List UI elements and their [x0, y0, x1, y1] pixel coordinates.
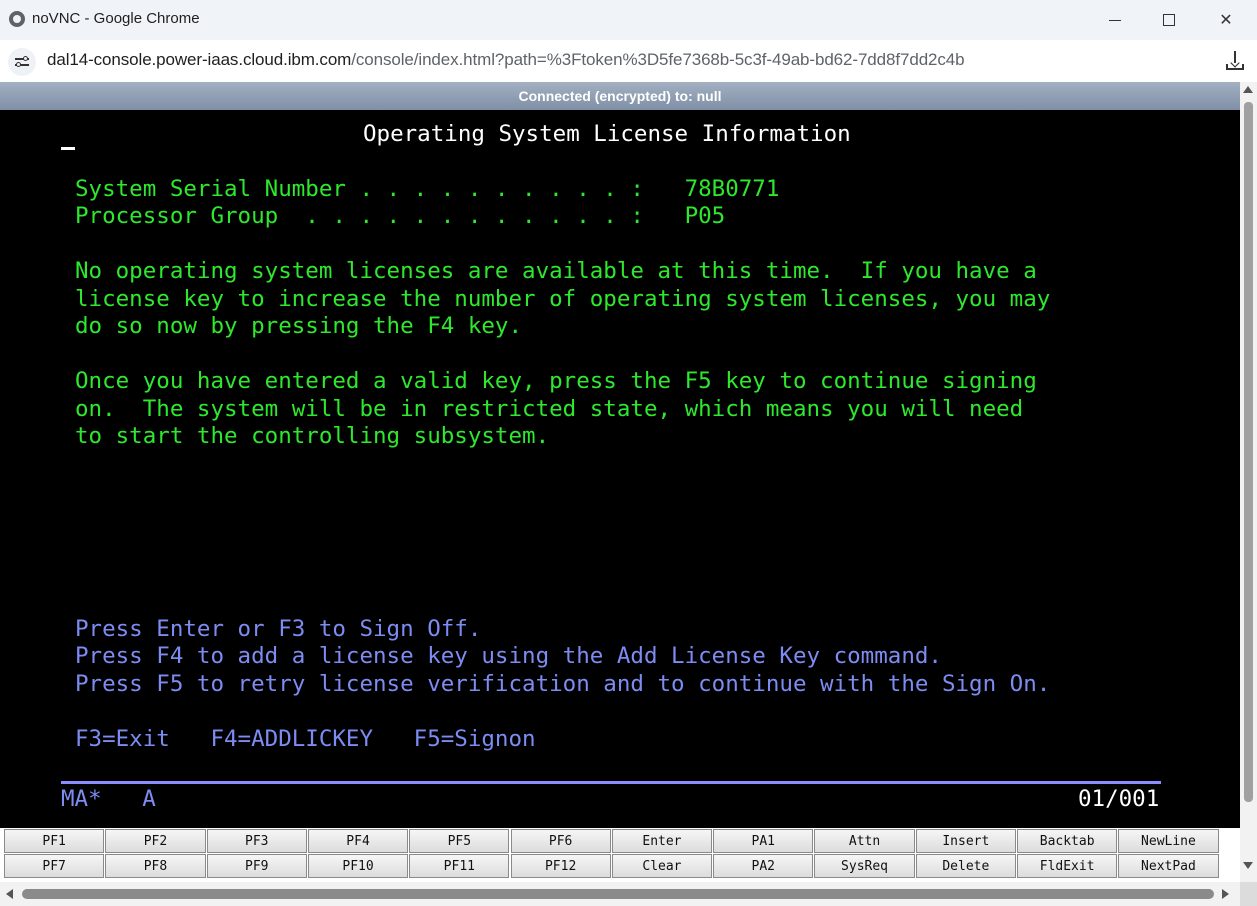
key-pf8[interactable]: PF8 — [105, 854, 206, 878]
minimize-icon — [1109, 19, 1121, 21]
paragraph-line: No operating system licenses are availab… — [75, 258, 1037, 284]
paragraph-line: do so now by pressing the F4 key. — [75, 313, 523, 339]
key-delete[interactable]: Delete — [915, 854, 1016, 878]
scroll-right-icon[interactable] — [1222, 889, 1229, 899]
terminal-screen[interactable]: Operating System License Information Sys… — [0, 110, 1240, 828]
close-icon: ✕ — [1219, 12, 1233, 29]
key-fldexit[interactable]: FldExit — [1017, 854, 1118, 878]
key-pa2[interactable]: PA2 — [713, 854, 814, 878]
instruction-line: Press F4 to add a license key using the … — [75, 643, 942, 669]
paragraph-line: Once you have entered a valid key, press… — [75, 368, 1037, 394]
key-pf6[interactable]: PF6 — [510, 829, 611, 853]
instruction-line: Press Enter or F3 to Sign Off. — [75, 616, 482, 642]
maximize-icon — [1163, 14, 1175, 26]
paragraph-line: to start the controlling subsystem. — [75, 423, 550, 449]
site-info-button[interactable] — [8, 48, 36, 76]
key-newline[interactable]: NewLine — [1118, 829, 1219, 853]
key-nextpad[interactable]: NextPad — [1118, 854, 1219, 878]
key-pf3[interactable]: PF3 — [206, 829, 307, 853]
key-attn[interactable]: Attn — [814, 829, 915, 853]
close-button[interactable]: ✕ — [1203, 0, 1249, 40]
scroll-left-icon[interactable] — [6, 889, 13, 899]
scrollbar-corner — [1240, 882, 1257, 906]
site-info-icon — [15, 56, 29, 68]
vertical-scroll-thumb[interactable] — [1244, 102, 1253, 802]
horizontal-scrollbar[interactable] — [0, 882, 1240, 906]
key-pa1[interactable]: PA1 — [713, 829, 814, 853]
scroll-down-icon[interactable] — [1243, 862, 1253, 869]
virtual-keyboard: PF1 PF2 PF3 PF4 PF5 PF6 Enter PA1 Attn Insert Back… — [0, 828, 1240, 882]
cursor-position: 01/001 — [1078, 786, 1160, 812]
connection-status: Connected (encrypted) to: null — [0, 82, 1240, 110]
url-field[interactable]: dal14-console.power-iaas.cloud.ibm.com/c… — [47, 50, 965, 70]
paragraph-line: license key to increase the number of op… — [75, 286, 1051, 312]
horizontal-scroll-thumb[interactable] — [22, 889, 1214, 899]
key-sysreq[interactable]: SysReq — [814, 854, 915, 878]
status-divider — [61, 781, 1161, 784]
key-pf5[interactable]: PF5 — [409, 829, 510, 853]
key-pf11[interactable]: PF11 — [409, 854, 510, 878]
key-insert[interactable]: Insert — [915, 829, 1016, 853]
chrome-globe-icon — [9, 11, 25, 27]
key-pf1[interactable]: PF1 — [4, 829, 105, 853]
address-bar: dal14-console.power-iaas.cloud.ibm.com/c… — [0, 40, 1257, 82]
url-host: dal14-console.power-iaas.cloud.ibm.com — [47, 50, 352, 69]
key-pf7[interactable]: PF7 — [4, 854, 105, 878]
vertical-scrollbar[interactable] — [1240, 82, 1257, 882]
key-pf10[interactable]: PF10 — [307, 854, 409, 878]
scroll-up-icon[interactable] — [1243, 86, 1253, 93]
serial-number-line: System Serial Number . . . . . . . . . .… — [75, 176, 780, 202]
function-keys-line: F3=Exit F4=ADDLICKEY F5=Signon — [75, 726, 536, 752]
key-pf2[interactable]: PF2 — [105, 829, 206, 853]
paragraph-line: on. The system will be in restricted sta… — [75, 396, 1024, 422]
window-title: noVNC - Google Chrome — [32, 10, 200, 27]
processor-group-line: Processor Group . . . . . . . . . . . . … — [75, 203, 726, 229]
instruction-line: Press F5 to retry license verification a… — [75, 671, 1051, 697]
key-enter[interactable]: Enter — [611, 829, 713, 853]
minimize-button[interactable] — [1092, 0, 1138, 40]
key-pf9[interactable]: PF9 — [206, 854, 307, 878]
terminal-cursor — [61, 147, 75, 150]
screen-title: Operating System License Information — [363, 121, 851, 147]
key-clear[interactable]: Clear — [611, 854, 713, 878]
maximize-button[interactable] — [1146, 0, 1192, 40]
download-button[interactable] — [1224, 50, 1246, 72]
key-backtab[interactable]: Backtab — [1017, 829, 1118, 853]
key-pf12[interactable]: PF12 — [510, 854, 611, 878]
browser-title-bar: noVNC - Google Chrome ✕ — [0, 0, 1257, 40]
url-path: /console/index.html?path=%3Ftoken%3D5fe7… — [351, 50, 965, 69]
terminal-status-left: MA* A — [61, 786, 156, 812]
key-pf4[interactable]: PF4 — [307, 829, 409, 853]
